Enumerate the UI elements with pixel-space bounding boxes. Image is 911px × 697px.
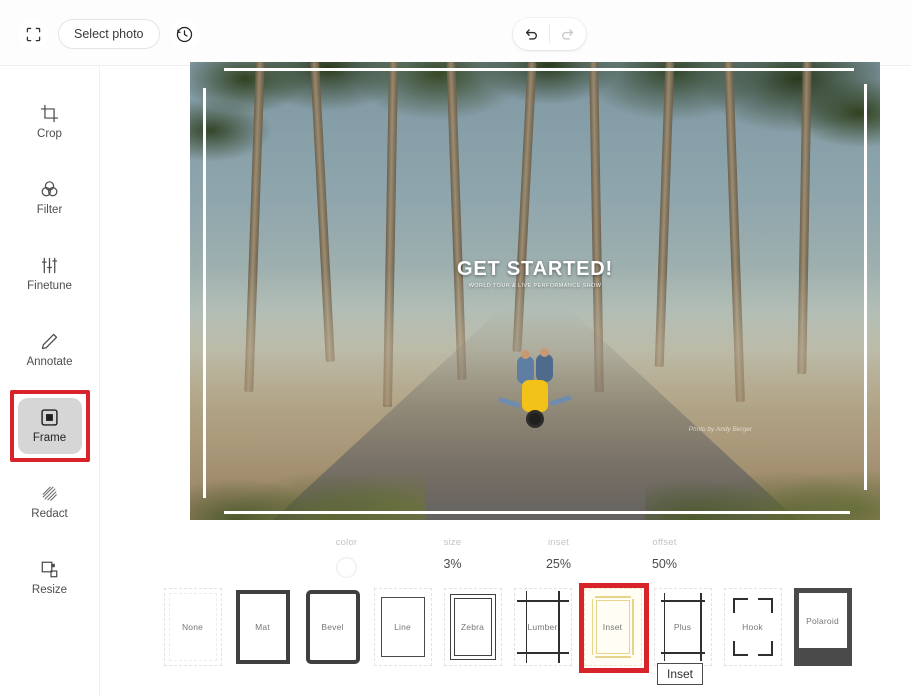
frame-option-label: Bevel [321, 622, 344, 632]
inset-frame-line-right [864, 84, 867, 490]
undo-redo-group [513, 18, 586, 50]
frame-option-label: Hook [742, 622, 763, 632]
sidebar-item-label-filter: Filter [36, 204, 63, 216]
frame-option-lumber[interactable]: Lumber [513, 588, 572, 666]
sidebar-item-filter[interactable]: Filter [18, 170, 82, 226]
sidebar-item-finetune[interactable]: Finetune [18, 246, 82, 302]
frame-option-label: Lumber [527, 622, 558, 632]
top-toolbar: Select photo [0, 0, 911, 66]
frame-option-label: Inset [602, 622, 623, 632]
history-revert-icon [176, 26, 193, 42]
frame-option-label: Line [394, 622, 411, 632]
sidebar-item-label-annotate: Annotate [26, 356, 73, 368]
frame-option-plus[interactable]: Plus [653, 588, 712, 666]
frame-option-label: Zebra [460, 622, 485, 632]
redo-button[interactable] [550, 18, 586, 50]
sidebar-item-label-crop: Crop [37, 128, 62, 140]
photo-scooter-subject [497, 348, 573, 429]
resize-icon [41, 561, 58, 578]
frame-option-polaroid[interactable]: Polaroid [793, 588, 852, 666]
select-photo-label: Select photo [74, 27, 144, 41]
frame-option-label: Plus [673, 622, 692, 632]
fullscreen-icon [26, 27, 40, 41]
tool-sidebar: Crop Filter Finetune Annotate Frame Reda… [0, 66, 100, 697]
frame-option-inset[interactable]: Inset [578, 583, 649, 673]
top-toolbar-left-group: Select photo [18, 19, 200, 49]
inset-frame-line-top [224, 68, 854, 71]
filter-icon [41, 181, 58, 197]
color-swatch[interactable] [336, 557, 357, 578]
sidebar-item-label-frame: Frame [32, 432, 67, 444]
control-inset[interactable]: inset 25% [523, 537, 595, 587]
redo-icon [562, 29, 574, 40]
crop-icon [40, 104, 59, 123]
control-label-inset: inset [547, 537, 570, 548]
control-offset[interactable]: offset 50% [629, 537, 701, 587]
pencil-icon [41, 333, 58, 350]
history-revert-button[interactable] [169, 19, 200, 49]
control-value-size: 3% [443, 557, 462, 571]
fullscreen-icon-button[interactable] [18, 19, 48, 49]
frame-option-mat[interactable]: Mat [233, 588, 292, 666]
photo-overlay-subtitle: WORLD TOUR & LIVE PERFORMANCE SHOW [468, 283, 602, 289]
sidebar-item-frame[interactable]: Frame [9, 390, 90, 462]
control-size[interactable]: size 3% [417, 537, 489, 587]
frame-option-line[interactable]: Line [373, 588, 432, 666]
photo-editor-app: Select photo Crop Filter Finetune Annota… [0, 0, 911, 697]
inset-frame-line-bottom [224, 511, 850, 514]
frame-option-tooltip: Inset [657, 663, 704, 685]
sidebar-item-label-finetune: Finetune [27, 280, 72, 292]
frame-option-label: Mat [255, 622, 270, 632]
sidebar-item-redact[interactable]: Redact [18, 474, 82, 530]
frame-option-none[interactable]: None [163, 588, 222, 666]
photo-credit-watermark: Photo by Andy Berger [688, 426, 752, 433]
frame-option-bevel[interactable]: Bevel [303, 588, 362, 666]
photo-foliage-left [190, 300, 425, 520]
control-value-inset: 25% [545, 557, 572, 571]
frame-option-label: None [181, 622, 204, 632]
control-label-offset: offset [652, 537, 677, 548]
sidebar-item-label-redact: Redact [31, 508, 68, 520]
undo-button[interactable] [513, 18, 549, 50]
frame-option-hook[interactable]: Hook [723, 588, 782, 666]
undo-icon [525, 29, 537, 40]
frame-option-zebra[interactable]: Zebra [443, 588, 502, 666]
control-value-offset: 50% [651, 557, 678, 571]
frame-option-label: Polaroid [806, 615, 839, 626]
select-photo-button[interactable]: Select photo [58, 19, 160, 49]
canvas-area: GET STARTED! WORLD TOUR & LIVE PERFORMAN… [100, 62, 911, 531]
frame-style-strip: None Mat Bevel Line Zebra Lumber Inset P… [100, 583, 911, 678]
photo-foliage-right [645, 300, 880, 520]
photo-overlay-title: GET STARTED! [457, 258, 613, 280]
sidebar-item-annotate[interactable]: Annotate [18, 322, 82, 378]
sidebar-item-label-resize: Resize [31, 584, 68, 596]
frame-controls: color size 3% inset 25% offset 50% [100, 531, 911, 587]
frame-icon [41, 409, 58, 426]
hatch-icon [42, 486, 57, 501]
sidebar-item-resize[interactable]: Resize [18, 550, 82, 606]
sidebar-item-crop[interactable]: Crop [18, 94, 82, 150]
photo-canvas[interactable]: GET STARTED! WORLD TOUR & LIVE PERFORMAN… [190, 62, 880, 520]
control-color[interactable]: color [311, 537, 383, 587]
inset-frame-line-left [203, 88, 206, 498]
sliders-icon [41, 257, 58, 274]
control-label-size: size [443, 537, 462, 548]
control-label-color: color [335, 537, 358, 548]
